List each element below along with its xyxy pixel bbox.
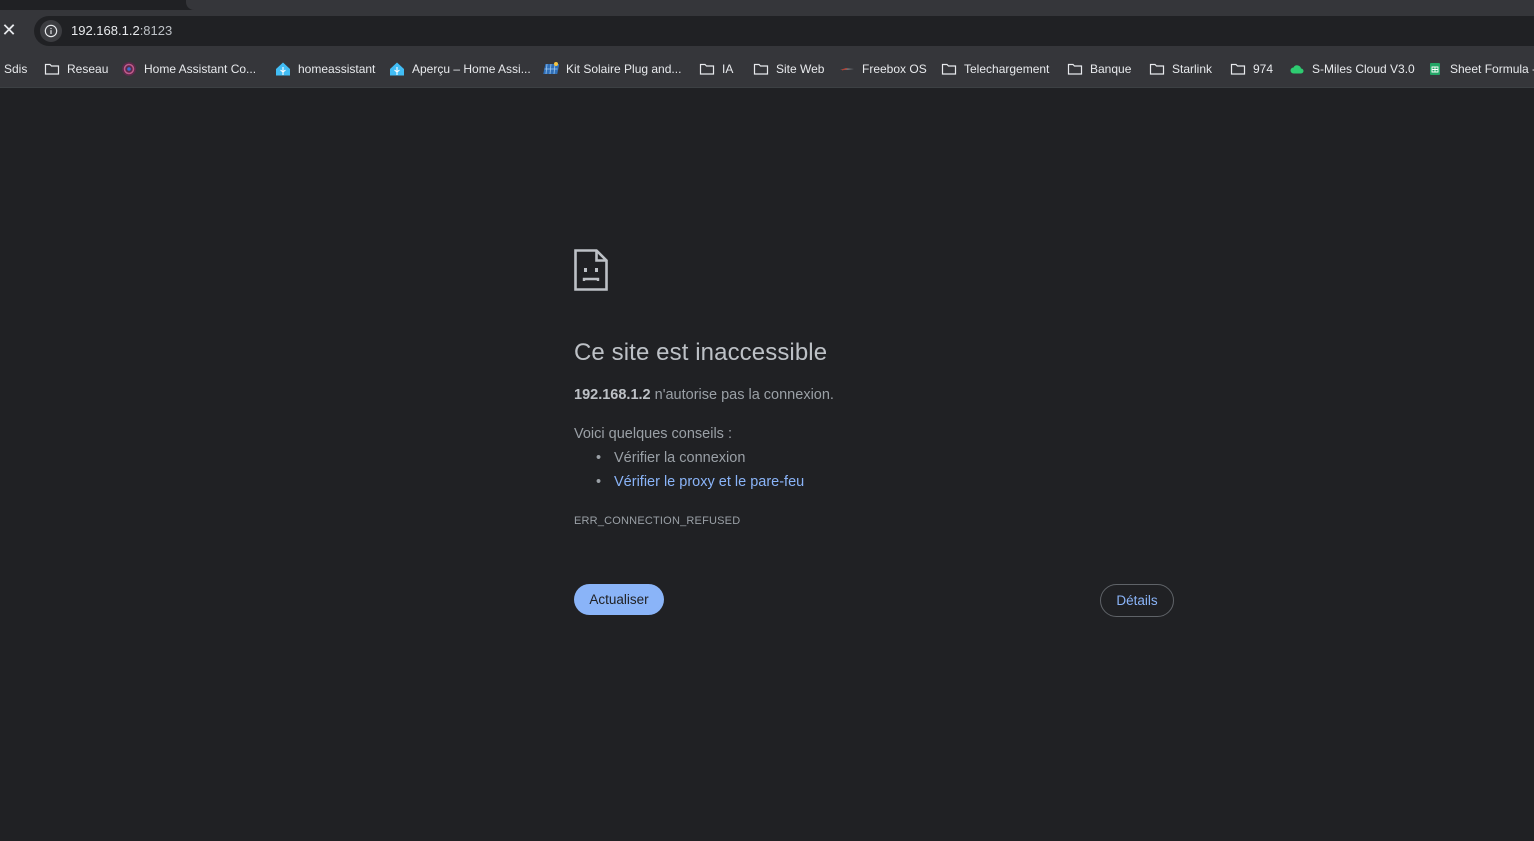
home-assistant-icon bbox=[275, 61, 291, 77]
folder-icon bbox=[1230, 61, 1246, 77]
error-code: ERR_CONNECTION_REFUSED bbox=[574, 515, 741, 527]
bookmark-label: homeassistant bbox=[298, 62, 376, 76]
bookmark-label: Reseau bbox=[67, 62, 109, 76]
bookmark-sheet-formula[interactable]: Sheet Formula - bbox=[1427, 60, 1534, 78]
reload-button[interactable]: Actualiser bbox=[574, 584, 664, 615]
address-bar[interactable]: 192.168.1.2:8123 bbox=[34, 16, 1534, 46]
tip-check-proxy-link[interactable]: Vérifier le proxy et le pare-feu bbox=[614, 474, 804, 490]
bookmark-label: Starlink bbox=[1172, 62, 1213, 76]
bookmark-label: Sheet Formula - bbox=[1450, 62, 1534, 76]
tips-label: Voici quelques conseils : bbox=[574, 426, 732, 442]
stop-loading-button[interactable]: ✕ bbox=[0, 19, 18, 41]
sheets-icon bbox=[1427, 61, 1443, 77]
folder-icon bbox=[753, 61, 769, 77]
bookmark-home-assistant-community[interactable]: Home Assistant Co... bbox=[121, 60, 256, 78]
error-host: 192.168.1.2 bbox=[574, 387, 651, 403]
folder-icon bbox=[44, 61, 60, 77]
bookmark-label: 974 bbox=[1253, 62, 1274, 76]
bookmark-folder-telechargement[interactable]: Telechargement bbox=[941, 60, 1049, 78]
error-description-text: n'autorise pas la connexion. bbox=[650, 387, 834, 403]
site-info-button[interactable] bbox=[40, 20, 62, 42]
bookmark-label: Aperçu – Home Assi... bbox=[412, 62, 531, 76]
tip-item: Vérifier le proxy et le pare-feu bbox=[596, 474, 804, 498]
browser-toolbar: ✕ 192.168.1.2:8123 bbox=[0, 10, 1534, 50]
solar-panel-icon bbox=[543, 61, 559, 77]
bookmark-label: Freebox OS bbox=[862, 62, 927, 76]
freebox-icon bbox=[839, 61, 855, 77]
folder-icon bbox=[941, 61, 957, 77]
bookmark-sdis[interactable]: Sdis bbox=[4, 60, 27, 78]
bookmark-apercu-home-assistant[interactable]: Aperçu – Home Assi... bbox=[389, 60, 531, 78]
bookmark-folder-site-web[interactable]: Site Web bbox=[753, 60, 824, 78]
home-assistant-icon bbox=[389, 61, 405, 77]
details-button[interactable]: Détails bbox=[1100, 584, 1174, 617]
bookmark-label: Sdis bbox=[4, 62, 28, 76]
bookmark-label: IA bbox=[722, 62, 734, 76]
inactive-tab-edge bbox=[186, 0, 1534, 10]
folder-icon bbox=[1149, 61, 1165, 77]
tip-item: Vérifier la connexion bbox=[596, 450, 804, 474]
tab-strip bbox=[0, 0, 1534, 10]
bookmark-homeassistant[interactable]: homeassistant bbox=[275, 60, 375, 78]
bookmark-s-miles-cloud[interactable]: S-Miles Cloud V3.0 bbox=[1289, 60, 1415, 78]
sad-page-icon bbox=[574, 249, 608, 291]
bookmark-folder-ia[interactable]: IA bbox=[699, 60, 733, 78]
close-icon: ✕ bbox=[1, 20, 17, 40]
bookmark-label: Kit Solaire Plug and... bbox=[566, 62, 682, 76]
bookmark-label: S-Miles Cloud V3.0 bbox=[1312, 62, 1415, 76]
url-text[interactable]: 192.168.1.2:8123 bbox=[71, 23, 172, 38]
error-description: 192.168.1.2 n'autorise pas la connexion. bbox=[574, 387, 834, 403]
bookmark-folder-reseau[interactable]: Reseau bbox=[44, 60, 108, 78]
bookmark-folder-banque[interactable]: Banque bbox=[1067, 60, 1131, 78]
bookmark-kit-solaire[interactable]: Kit Solaire Plug and... bbox=[543, 60, 681, 78]
bookmark-freebox-os[interactable]: Freebox OS bbox=[839, 60, 927, 78]
bookmark-folder-starlink[interactable]: Starlink bbox=[1149, 60, 1212, 78]
cloud-icon bbox=[1289, 61, 1305, 77]
folder-icon bbox=[699, 61, 715, 77]
error-title: Ce site est inaccessible bbox=[574, 339, 828, 366]
bookmarks-bar: Sdis Reseau Home Assistant Co... homeass… bbox=[0, 50, 1534, 88]
tips-list: Vérifier la connexion Vérifier le proxy … bbox=[596, 450, 804, 498]
folder-icon bbox=[1067, 61, 1083, 77]
info-icon bbox=[44, 24, 58, 38]
url-host: 192.168.1.2 bbox=[71, 23, 140, 38]
bookmark-label: Home Assistant Co... bbox=[144, 62, 257, 76]
url-port: :8123 bbox=[139, 23, 173, 38]
bookmark-label: Site Web bbox=[776, 62, 825, 76]
bookmark-label: Telechargement bbox=[964, 62, 1050, 76]
home-assistant-community-icon bbox=[121, 61, 137, 77]
tip-check-connection: Vérifier la connexion bbox=[614, 450, 746, 466]
bookmark-label: Banque bbox=[1090, 62, 1132, 76]
bookmark-folder-974[interactable]: 974 bbox=[1230, 60, 1273, 78]
